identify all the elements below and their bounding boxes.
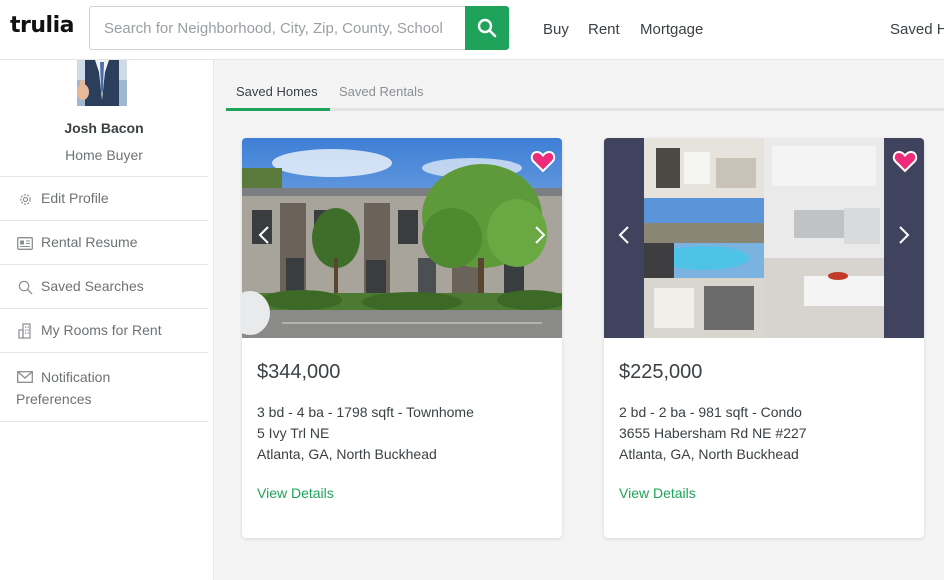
envelope-icon [16, 368, 34, 386]
id-card-icon [16, 234, 34, 252]
sidebar-item-label: My Rooms for Rent [41, 322, 162, 338]
gear-icon [16, 190, 34, 208]
saved-tabs: Saved Homes Saved Rentals [226, 80, 944, 111]
tab-saved-rentals[interactable]: Saved Rentals [339, 80, 449, 111]
save-heart-button[interactable] [530, 148, 556, 174]
listing-photo[interactable] [604, 138, 924, 338]
listing-details: 3 bd - 4 ba - 1798 sqft - Townhome 5 Ivy… [257, 402, 474, 465]
chevron-right-icon [899, 226, 910, 244]
nav-saved-label[interactable]: Saved H [890, 21, 944, 38]
listing-details: 2 bd - 2 ba - 981 sqft - Condo 3655 Habe… [619, 402, 807, 465]
nav-mortgage-label[interactable]: Mortgage [640, 21, 703, 38]
trulia-logo[interactable]: trulia [10, 13, 74, 38]
chevron-right-icon [535, 226, 546, 244]
sidebar-item-label: Notification [41, 369, 111, 385]
heart-icon [892, 150, 918, 173]
tab-saved-homes[interactable]: Saved Homes [226, 80, 330, 111]
nav-buy-label[interactable]: Buy [543, 21, 569, 38]
sidebar-item-rental-resume[interactable]: Rental Resume [0, 220, 208, 264]
nav-rent[interactable]: Rent [588, 0, 620, 58]
listing-specs: 2 bd - 2 ba - 981 sqft - Condo [619, 404, 802, 420]
nav-rent-label[interactable]: Rent [588, 21, 620, 38]
chevron-left-icon [258, 226, 269, 244]
sidebar-item-saved-searches[interactable]: Saved Searches [0, 264, 208, 308]
listing-card[interactable]: $344,000 3 bd - 4 ba - 1798 sqft - Townh… [242, 138, 562, 538]
user-name: Josh Bacon [64, 120, 144, 136]
previous-photo-button[interactable] [612, 220, 636, 250]
nav-mortgage[interactable]: Mortgage [640, 0, 703, 58]
account-sidebar: Josh Bacon Home Buyer Edit Profile Renta… [0, 60, 214, 580]
listing-address: 5 Ivy Trl NE [257, 425, 330, 441]
listing-price: $344,000 [257, 361, 341, 383]
listing-location: Atlanta, GA, North Buckhead [619, 446, 799, 462]
chevron-left-icon [618, 226, 629, 244]
view-details-link[interactable]: View Details [619, 485, 696, 501]
search-box[interactable] [89, 6, 466, 50]
sidebar-item-my-rooms[interactable]: My Rooms for Rent [0, 308, 208, 352]
account-menu: Edit Profile Rental Resume Saved Searche… [0, 176, 208, 422]
sidebar-item-label: Saved Searches [41, 278, 144, 294]
heart-icon [530, 150, 556, 173]
next-photo-button[interactable] [892, 220, 916, 250]
listing-specs: 3 bd - 4 ba - 1798 sqft - Townhome [257, 404, 474, 420]
avatar-photo [77, 60, 127, 106]
search-icon [16, 278, 34, 296]
condo-photo-collage [604, 138, 924, 338]
avatar[interactable] [77, 60, 127, 106]
top-header: trulia Buy Rent Mortgage Saved H [0, 0, 944, 60]
user-role: Home Buyer [65, 147, 143, 163]
nav-saved-homes[interactable]: Saved H [890, 0, 944, 58]
search-input[interactable] [90, 7, 465, 49]
sidebar-item-edit-profile[interactable]: Edit Profile [0, 176, 208, 220]
sidebar-item-label: Rental Resume [41, 234, 138, 250]
search-icon [477, 18, 497, 38]
previous-photo-button[interactable] [252, 220, 276, 250]
view-details-link[interactable]: View Details [257, 485, 334, 501]
sidebar-item-label-line2: Preferences [16, 391, 92, 407]
sidebar-item-label: Edit Profile [41, 190, 109, 206]
sidebar-item-notification-preferences[interactable]: Notification Preferences [0, 352, 208, 422]
townhome-photo [242, 138, 562, 338]
listing-location: Atlanta, GA, North Buckhead [257, 446, 437, 462]
building-icon [16, 322, 34, 340]
listing-address: 3655 Habersham Rd NE #227 [619, 425, 807, 441]
save-heart-button[interactable] [892, 148, 918, 174]
search-button[interactable] [465, 6, 509, 50]
next-photo-button[interactable] [528, 220, 552, 250]
listing-price: $225,000 [619, 361, 703, 383]
nav-buy[interactable]: Buy [543, 0, 569, 58]
listing-photo[interactable] [242, 138, 562, 338]
listing-card[interactable]: $225,000 2 bd - 2 ba - 981 sqft - Condo … [604, 138, 924, 538]
